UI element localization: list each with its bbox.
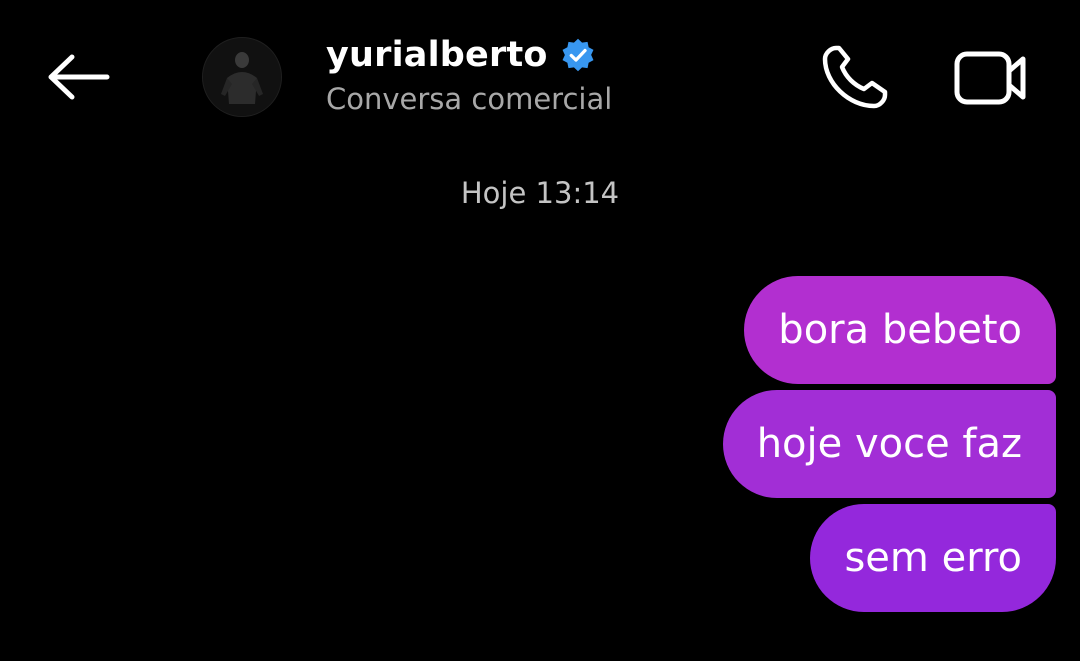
video-camera-icon	[954, 51, 1026, 105]
profile-photo	[203, 38, 281, 116]
video-call-button[interactable]	[952, 44, 1030, 110]
call-button[interactable]	[818, 42, 892, 112]
message-list: bora bebeto hoje voce faz sem erro	[722, 276, 1056, 612]
username: yurialberto	[326, 35, 548, 75]
name-row: yurialberto	[326, 32, 612, 78]
profile-info[interactable]: yurialberto Conversa comercial	[326, 32, 612, 116]
verified-badge-icon	[562, 38, 594, 72]
avatar[interactable]	[202, 37, 282, 117]
message-bubble[interactable]: sem erro	[810, 504, 1056, 612]
conversation-type: Conversa comercial	[326, 82, 613, 116]
arrow-left-icon	[48, 54, 110, 100]
phone-icon	[822, 45, 888, 109]
message-bubble[interactable]: hoje voce faz	[722, 390, 1056, 498]
message-timestamp: Hoje 13:14	[460, 176, 620, 210]
chat-header: yurialberto Conversa comercial	[0, 0, 1080, 150]
back-button[interactable]	[40, 44, 116, 110]
message-bubble[interactable]: bora bebeto	[744, 276, 1056, 384]
